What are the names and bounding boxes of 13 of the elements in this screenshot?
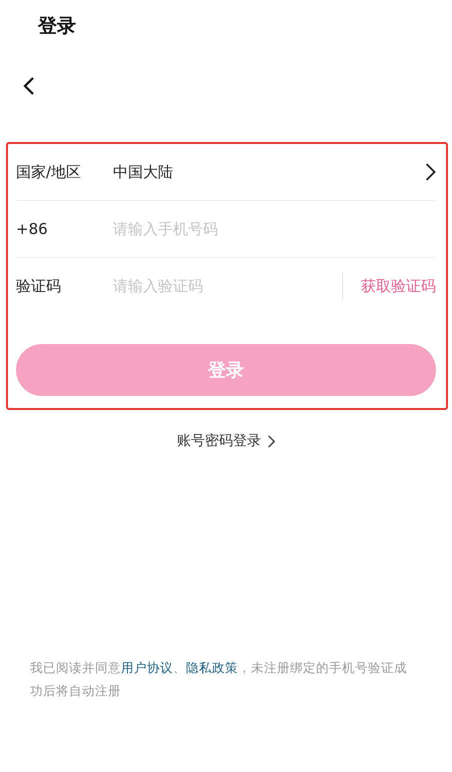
field-label: +86 — [16, 220, 49, 238]
page-title: 登录 — [38, 14, 76, 39]
field-label: 验证码 — [16, 276, 62, 296]
policy-link[interactable]: 隐私政策 — [186, 660, 238, 675]
phone-input[interactable]: 请输入手机号码 — [113, 220, 436, 238]
policy-link[interactable]: 用户协议 — [121, 660, 173, 675]
chevron-icon[interactable] — [424, 163, 436, 181]
code-input[interactable]: 请输入验证码 — [113, 277, 342, 295]
field-label: 国家/地区 — [16, 162, 82, 182]
region-value[interactable]: 中国大陆 — [113, 162, 424, 182]
chevron-icon — [267, 434, 275, 448]
agreement-text: 我已阅读并同意用户协议、隐私政策，未注册绑定的手机号验证成功后将自动注册 — [29, 659, 408, 700]
password-login-link[interactable]: 账号密码登录 — [177, 432, 275, 450]
